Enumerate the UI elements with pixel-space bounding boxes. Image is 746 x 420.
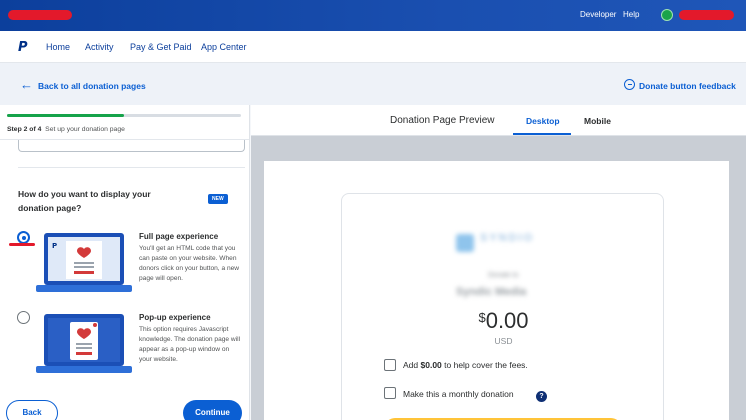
- step-count: Step 2 of 4: [7, 126, 42, 133]
- cover-fees-suffix: to help cover the fees.: [441, 360, 528, 370]
- donation-amount[interactable]: $0.00: [342, 308, 665, 334]
- preview-title: Donation Page Preview: [390, 115, 495, 126]
- nav-item-home[interactable]: Home: [46, 42, 70, 52]
- currency-symbol: $: [478, 310, 486, 325]
- cover-fees-checkbox[interactable]: [384, 359, 396, 371]
- cover-fees-amount: $0.00: [420, 360, 442, 370]
- main-nav: P Home Activity Pay & Get Paid App Cente…: [0, 31, 746, 63]
- svg-text:P: P: [52, 242, 57, 250]
- amount-value: 0.00: [485, 308, 529, 333]
- back-to-donation-pages-link[interactable]: Back to all donation pages: [38, 81, 146, 91]
- tab-mobile[interactable]: Mobile: [584, 116, 611, 126]
- developer-link[interactable]: Developer: [580, 10, 616, 19]
- popup-illustration-icon: [36, 314, 132, 373]
- back-button[interactable]: Back: [6, 400, 58, 420]
- back-bar: ← Back to all donation pages Donate butt…: [0, 63, 746, 105]
- previous-field-input[interactable]: [18, 140, 245, 152]
- preview-tabs-bar: Donation Page Preview Desktop Mobile: [251, 105, 746, 136]
- divider: [18, 167, 245, 168]
- nav-item-pay-get-paid[interactable]: Pay & Get Paid: [130, 42, 192, 52]
- full-page-option-description: You'll get an HTML code that you can pas…: [139, 245, 240, 282]
- monthly-donation-checkbox[interactable]: [384, 387, 396, 399]
- preview-panel: Donation Page Preview Desktop Mobile SYN…: [251, 105, 746, 420]
- organization-name-blurred: Syndic Media: [456, 286, 527, 298]
- help-link[interactable]: Help: [623, 10, 639, 19]
- feedback-icon[interactable]: [624, 79, 635, 90]
- full-page-illustration-icon: P: [36, 233, 132, 292]
- new-badge: NEW: [208, 194, 228, 204]
- donation-card: SYNDIO Donate to Syndic Media $0.00 USD …: [341, 193, 664, 420]
- currency-code: USD: [494, 336, 513, 346]
- nav-item-activity[interactable]: Activity: [85, 42, 114, 52]
- popup-option-title: Pop-up experience: [139, 313, 211, 322]
- full-page-option-title: Full page experience: [139, 232, 219, 241]
- redacted-user-name[interactable]: [679, 10, 734, 20]
- monthly-donation-label: Make this a monthly donation: [403, 389, 514, 399]
- step-indicator: Step 2 of 4 Set up your donation page: [7, 126, 125, 133]
- top-bar: Developer Help: [0, 0, 746, 31]
- donate-button-feedback-link[interactable]: Donate button feedback: [639, 81, 736, 91]
- popup-radio[interactable]: [17, 311, 30, 324]
- setup-panel: Step 2 of 4 Set up your donation page Ho…: [0, 105, 250, 420]
- cover-fees-prefix: Add: [403, 360, 421, 370]
- popup-option-description: This option requires Javascript knowledg…: [139, 326, 241, 363]
- continue-button[interactable]: Continue: [183, 400, 242, 420]
- cover-fees-label: Add $0.00 to help cover the fees.: [403, 360, 528, 370]
- annotation-underline: [9, 243, 35, 246]
- redacted-account-name: [8, 10, 72, 20]
- back-arrow-icon[interactable]: ←: [20, 77, 33, 92]
- active-tab-indicator: [513, 133, 571, 135]
- paypal-logo-icon[interactable]: P: [18, 40, 28, 55]
- preview-canvas: SYNDIO Donate to Syndic Media $0.00 USD …: [264, 161, 729, 420]
- step-progress-bar: [7, 114, 241, 117]
- nav-item-app-center[interactable]: App Center: [201, 42, 247, 52]
- organization-caption-blurred: Donate to: [488, 272, 519, 279]
- help-icon[interactable]: ?: [536, 391, 547, 402]
- tab-desktop[interactable]: Desktop: [526, 116, 560, 126]
- settings-gear-icon[interactable]: [661, 9, 673, 21]
- step-progress-fill: [7, 114, 124, 117]
- organization-logo-icon: SYNDIO: [456, 230, 552, 256]
- display-question: How do you want to display your donation…: [18, 189, 151, 213]
- step-title: Set up your donation page: [45, 126, 125, 133]
